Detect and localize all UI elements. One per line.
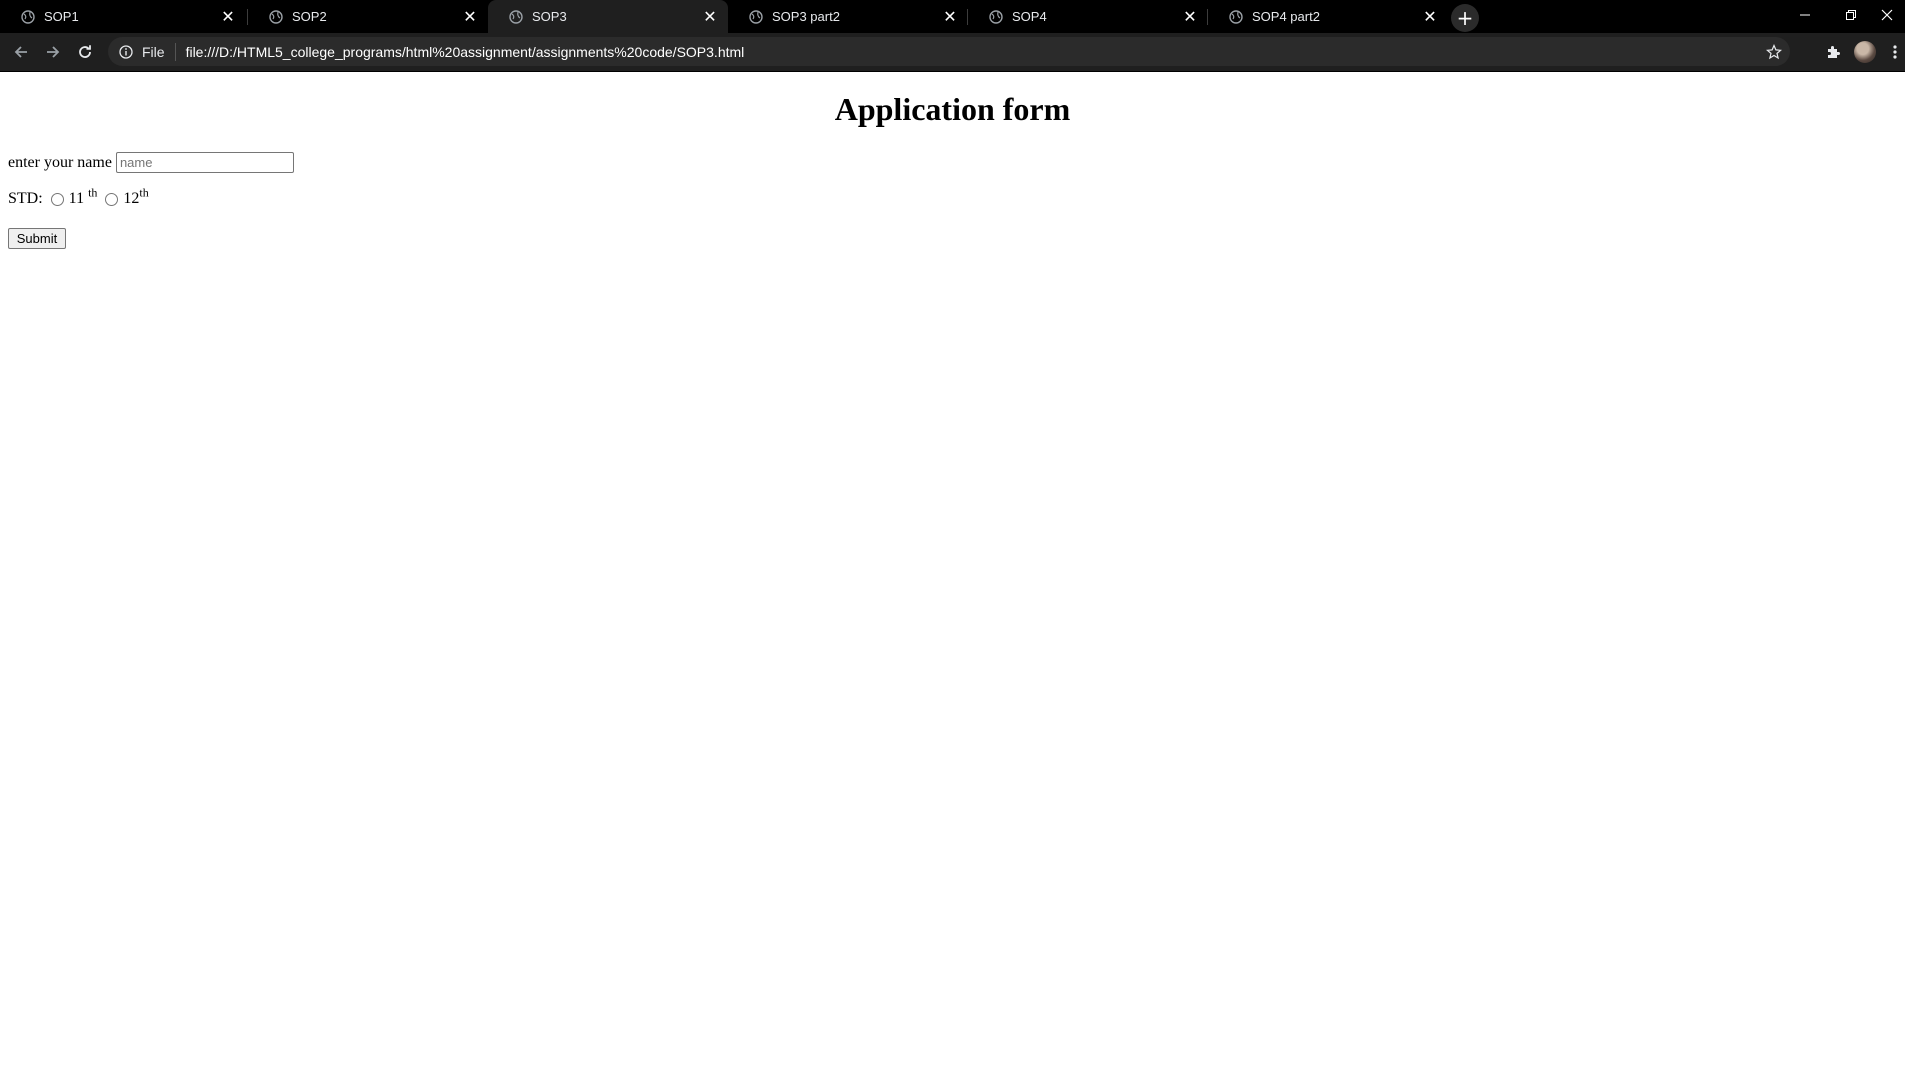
star-icon[interactable] <box>1764 42 1784 62</box>
omnibox-divider <box>174 42 176 61</box>
close-icon[interactable]: ✕ <box>940 7 960 27</box>
reload-button[interactable] <box>70 37 100 67</box>
close-icon[interactable]: ✕ <box>460 7 480 27</box>
arrow-right-icon <box>47 46 60 58</box>
close-window-button[interactable] <box>1868 0 1905 30</box>
extensions-button[interactable] <box>1818 37 1848 67</box>
option-12-suffix: th <box>139 185 149 200</box>
option-11-suffix: th <box>88 185 98 200</box>
tab-title: SOP4 part2 <box>1252 9 1320 24</box>
menu-button[interactable] <box>1885 37 1905 67</box>
tab-title: SOP4 <box>1012 9 1047 24</box>
minimize-icon <box>1800 14 1810 16</box>
puzzle-icon <box>1828 46 1840 58</box>
close-icon[interactable]: ✕ <box>700 7 720 27</box>
option-12-label: 12th <box>123 187 148 208</box>
tab-sop4[interactable]: SOP4 ✕ <box>968 0 1208 33</box>
option-11-number: 11 <box>68 190 85 207</box>
arrow-left-icon <box>14 46 27 58</box>
close-icon[interactable]: ✕ <box>1420 7 1440 27</box>
tab-strip: SOP1 ✕ SOP2 ✕ SOP3 ✕ SOP3 part2 ✕ SOP4 ✕ <box>0 0 1905 33</box>
submit-button[interactable]: Submit <box>8 228 66 249</box>
address-bar[interactable]: File file:///D:/HTML5_college_programs/h… <box>108 37 1790 66</box>
info-icon[interactable] <box>118 44 134 60</box>
new-tab-button[interactable]: + <box>1451 4 1479 32</box>
close-icon[interactable]: ✕ <box>218 7 238 27</box>
avatar <box>1854 41 1876 63</box>
forward-button[interactable] <box>38 37 68 67</box>
std-row: STD: 11 th 12th <box>8 187 149 208</box>
option-12-number: 12 <box>123 190 140 207</box>
name-label: enter your name <box>8 153 112 171</box>
tab-sop1[interactable]: SOP1 ✕ <box>0 0 246 33</box>
tab-sop3-part2[interactable]: SOP3 part2 ✕ <box>728 0 968 33</box>
restore-icon <box>1846 10 1856 20</box>
page-content: Application form enter your name STD: 11… <box>0 72 1905 1071</box>
page-title: Application form <box>834 91 1071 127</box>
scheme-label: File <box>142 43 165 60</box>
globe-icon <box>988 9 1004 25</box>
name-input[interactable] <box>115 152 294 173</box>
tab-title: SOP2 <box>292 9 327 24</box>
std-label: STD: <box>8 190 43 207</box>
url-text[interactable]: file:///D:/HTML5_college_programs/html%2… <box>186 44 745 60</box>
tab-title: SOP1 <box>44 9 79 24</box>
radio-11th[interactable] <box>50 192 64 206</box>
globe-icon <box>1228 9 1244 25</box>
globe-icon <box>748 9 764 25</box>
tab-title: SOP3 part2 <box>772 9 840 24</box>
tab-sop4-part2[interactable]: SOP4 part2 ✕ <box>1208 0 1448 33</box>
back-button[interactable] <box>6 37 36 67</box>
globe-icon <box>20 9 36 25</box>
name-row: enter your name <box>8 152 294 173</box>
globe-icon <box>268 9 284 25</box>
profile-button[interactable] <box>1850 37 1880 67</box>
option-11-label: 11 th <box>68 187 98 208</box>
globe-icon <box>508 9 524 25</box>
reload-icon <box>79 45 91 58</box>
minimize-button[interactable] <box>1782 0 1828 30</box>
radio-12th[interactable] <box>105 192 119 206</box>
browser-toolbar: File file:///D:/HTML5_college_programs/h… <box>0 33 1905 71</box>
tab-title: SOP3 <box>532 9 567 24</box>
tab-sop3[interactable]: SOP3 ✕ <box>488 0 728 33</box>
close-icon <box>1881 9 1892 21</box>
tab-sop2[interactable]: SOP2 ✕ <box>248 0 488 33</box>
close-icon[interactable]: ✕ <box>1180 7 1200 27</box>
more-vert-icon <box>1893 45 1897 59</box>
